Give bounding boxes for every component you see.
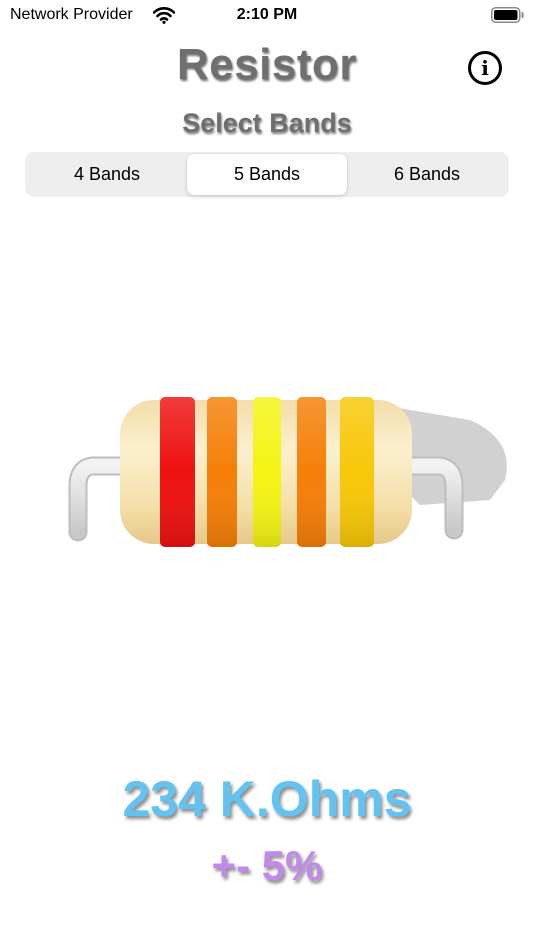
info-button[interactable]: i xyxy=(468,51,502,85)
page-title: Resistor xyxy=(176,40,358,89)
band-count-selector: 4 Bands 5 Bands 6 Bands xyxy=(25,152,509,197)
resistor-illustration xyxy=(68,397,507,547)
info-icon: i xyxy=(481,56,489,80)
segment-6-bands[interactable]: 6 Bands xyxy=(347,154,507,195)
clock: 2:10 PM xyxy=(236,6,298,23)
segment-5-bands[interactable]: 5 Bands xyxy=(187,154,347,195)
tolerance-value: +- 5% xyxy=(211,842,323,889)
segment-4-bands[interactable]: 4 Bands xyxy=(27,154,187,195)
status-bar: Network Provider 2:10 PM xyxy=(0,0,534,32)
resistance-value: 234 K.Ohms xyxy=(122,771,412,827)
select-bands-label: Select Bands xyxy=(182,108,352,138)
battery-icon xyxy=(491,7,524,23)
